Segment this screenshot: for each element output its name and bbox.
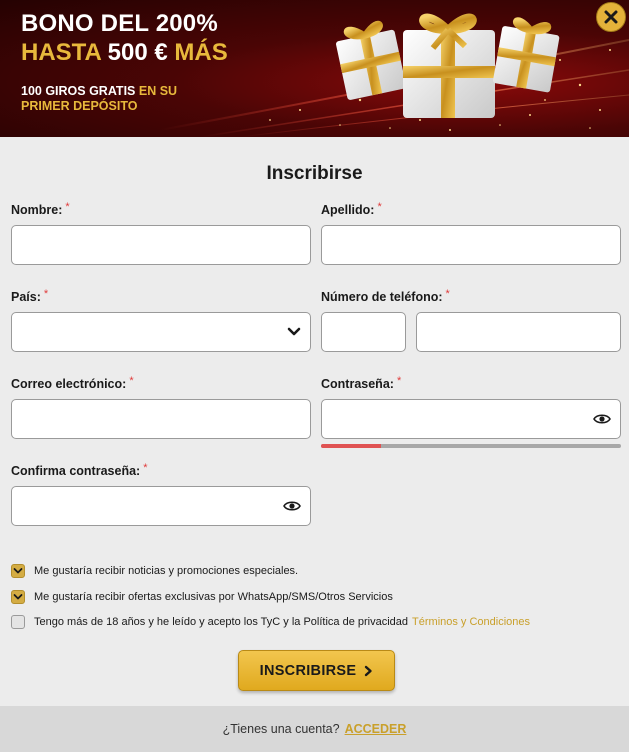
password-label: Contraseña: * [321,374,621,394]
country-group: País: * [11,287,311,352]
first-deposit-text: PRIMER DEPÓSITO [21,99,138,113]
first-name-box [11,225,311,265]
required-mark: * [143,462,148,474]
first-name-group: Nombre: * [11,200,311,265]
check-icon [13,593,23,599]
checkbox-offers[interactable]: Me gustaría recibir ofertas exclusivas p… [11,588,530,606]
checkbox-offers-label: Me gustaría recibir ofertas exclusivas p… [34,590,393,603]
promo-amount-suffix: MÁS [174,39,228,66]
eye-icon[interactable] [593,413,611,425]
confirm-password-group: Confirma contraseña: * [11,461,311,526]
password-box [321,399,621,439]
password-group: Contraseña: * [321,374,621,439]
form-title: Inscribirse [266,163,363,184]
last-name-group: Apellido: * [321,200,621,265]
checkbox-news[interactable]: Me gustaría recibir noticias y promocion… [11,562,530,580]
email-input[interactable] [12,400,310,438]
promo-amount: HASTA 500 € MÁS [21,38,228,67]
last-name-input[interactable] [322,226,620,264]
submit-label: INSCRIBIRSE [259,662,357,679]
checkbox-terms-label: Tengo más de 18 años y he leído y acepto… [34,616,409,628]
login-link[interactable]: ACCEDER [345,722,407,736]
phone-label: Número de teléfono: * [321,287,621,307]
password-strength-fill [321,444,381,448]
promo-free-spins: 100 GIROS GRATIS EN SU PRIMER DEPÓSITO [21,84,201,114]
country-label: País: * [11,287,311,307]
checkbox-terms[interactable]: Tengo más de 18 años y he leído y acepto… [11,613,530,631]
first-name-label: Nombre: * [11,200,311,220]
checkbox-news-box[interactable] [11,564,25,578]
signup-modal: BONO DEL 200% HASTA 500 € MÁS 100 GIROS … [0,0,629,752]
terms-link[interactable]: Términos y Condiciones [412,616,530,628]
password-label-text: Contraseña: [321,377,394,391]
close-icon [604,10,618,24]
email-label: Correo electrónico: * [11,374,311,394]
chevron-down-icon [287,327,301,337]
email-box [11,399,311,439]
confirm-password-label: Confirma contraseña: * [11,461,311,481]
phone-number-box [416,312,621,352]
confirm-password-input[interactable] [12,487,310,525]
email-label-text: Correo electrónico: [11,377,127,391]
confirm-password-label-text: Confirma contraseña: [11,464,141,478]
country-label-text: País: [11,290,41,304]
consent-checkboxes: Me gustaría recibir noticias y promocion… [11,562,530,639]
last-name-box [321,225,621,265]
promo-text: BONO DEL 200% HASTA 500 € MÁS 100 GIROS … [21,9,228,114]
required-mark: * [377,201,382,213]
have-account-text: ¿Tienes una cuenta? [222,722,340,736]
checkbox-terms-box[interactable] [11,615,25,629]
gift-boxes-image [336,13,560,118]
phone-label-text: Número de teléfono: [321,290,443,304]
phone-prefix-box [321,312,406,352]
promo-banner: BONO DEL 200% HASTA 500 € MÁS 100 GIROS … [0,0,629,137]
chevron-right-icon [364,665,373,677]
free-spins-gold-text: EN SU [138,84,178,98]
country-select[interactable] [11,312,311,352]
checkbox-offers-box[interactable] [11,589,25,604]
phone-number-input[interactable] [417,313,620,351]
phone-prefix-input[interactable] [322,313,405,351]
required-mark: * [65,201,70,213]
email-group: Correo electrónico: * [11,374,311,439]
checkbox-news-label: Me gustaría recibir noticias y promocion… [34,565,299,577]
login-footer: ¿Tienes una cuenta? ACCEDER [0,706,629,752]
confirm-password-box [11,486,311,526]
close-button[interactable] [596,2,626,32]
required-mark: * [445,288,450,300]
promo-amount-prefix: HASTA [21,39,101,66]
required-mark: * [396,375,402,387]
last-name-label: Apellido: * [321,200,621,220]
free-spins-text: 100 GIROS GRATIS [21,84,136,98]
check-icon [13,568,23,574]
password-strength-bar [321,444,621,448]
signup-submit-button[interactable]: INSCRIBIRSE [238,650,395,691]
required-mark: * [43,288,49,300]
first-name-label-text: Nombre: [11,203,63,217]
password-input[interactable] [322,400,620,438]
first-name-input[interactable] [12,226,310,264]
phone-group: Número de teléfono: * [321,287,621,352]
promo-amount-value: 500 € [107,39,168,66]
phone-inputs [321,312,621,352]
promo-headline: BONO DEL 200% [21,10,218,37]
last-name-label-text: Apellido: [321,203,375,217]
eye-icon[interactable] [283,500,301,512]
required-mark: * [129,375,134,387]
